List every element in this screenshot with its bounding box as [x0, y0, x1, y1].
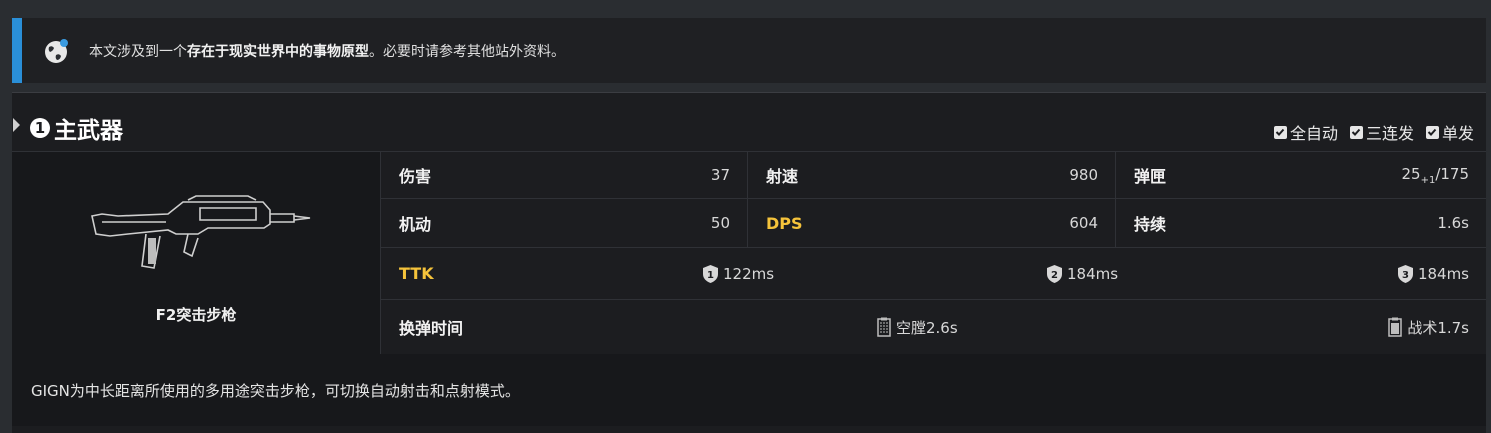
- reload-cell: 换弹时间 空膛2.6s 战术1.7s: [399, 317, 1469, 338]
- primary-weapon-panel: 1 主武器 全自动 三连发 单发 F2突击步枪 伤害 37 射速 980 弹匣 …: [12, 92, 1486, 433]
- armor-1-shield-icon: 1: [703, 264, 718, 283]
- notice-bold-text: 存在于现实世界中的事物原型: [187, 43, 369, 60]
- reload-empty: 空膛2.6s: [876, 317, 958, 338]
- svg-text:2: 2: [1051, 270, 1058, 281]
- ttk-armor-3: 3 184ms: [1397, 264, 1469, 284]
- ttk-armor-1: 1 122ms: [702, 264, 774, 284]
- fire-mode-burst[interactable]: 三连发: [1349, 120, 1414, 144]
- checkbox-checked-icon[interactable]: [1425, 125, 1439, 139]
- rifle-icon: [91, 195, 311, 269]
- stat-damage: 伤害 37: [381, 152, 748, 198]
- reload-tactical: 战术1.7s: [1387, 317, 1469, 338]
- fire-mode-auto[interactable]: 全自动: [1273, 120, 1338, 144]
- globe-icon: [42, 36, 72, 66]
- expand-arrow-icon[interactable]: [13, 118, 20, 132]
- stats-table: 伤害37 射速980 弹匣 25+1/175 机动50 DPS604 持: [381, 152, 1486, 354]
- stat-dps: DPS 604: [748, 199, 1116, 247]
- weapon-description: GIGN为中长距离所使用的多用途突击步枪，可切换自动射击和点射模式。: [12, 354, 1486, 426]
- stat-mobility: 机动 50: [381, 199, 748, 247]
- notice-text: 本文涉及到一个存在于现实世界中的事物原型。必要时请参考其他站外资料。: [89, 43, 565, 60]
- stats-row: 伤害 37 射速 980 弹匣 25+1/175: [381, 152, 1486, 199]
- fire-mode-single[interactable]: 单发: [1425, 120, 1474, 144]
- checkbox-checked-icon[interactable]: [1349, 125, 1363, 139]
- fire-modes: 全自动 三连发 单发: [1273, 120, 1474, 144]
- weapon-body: F2突击步枪 伤害 37 射速 980 弹匣 25+1/175 机动 50 DP…: [12, 151, 1486, 355]
- stat-magazine: 弹匣 25+1/175: [1134, 164, 1469, 187]
- number-one-badge: 1: [30, 118, 50, 138]
- svg-text:1: 1: [707, 270, 714, 281]
- empty-magazine-icon: [877, 317, 891, 337]
- checkbox-checked-icon[interactable]: [1273, 125, 1287, 139]
- armor-2-shield-icon: 2: [1047, 264, 1062, 283]
- svg-text:3: 3: [1402, 270, 1409, 281]
- stat-rate-of-fire: 射速 980: [748, 152, 1116, 198]
- weapon-card: F2突击步枪: [12, 152, 381, 354]
- ttk-row: TTK 1 122ms 2 184ms 3 184ms: [381, 248, 1486, 300]
- section-title-label: 主武器: [54, 118, 123, 144]
- reload-row: 换弹时间 空膛2.6s 战术1.7s: [381, 300, 1486, 354]
- armor-3-shield-icon: 3: [1397, 264, 1413, 283]
- primary-weapon-header[interactable]: 1 主武器 全自动 三连发 单发: [12, 93, 1486, 151]
- stat-duration: 持续 1.6s: [1134, 214, 1469, 234]
- section-title: 1 主武器: [30, 111, 123, 145]
- stats-row: 机动 50 DPS 604 持续 1.6s: [381, 199, 1486, 248]
- ttk-cell: TTK 1 122ms 2 184ms 3 184ms: [399, 264, 1469, 284]
- ttk-armor-2: 2 184ms: [1046, 264, 1118, 284]
- weapon-name: F2突击步枪: [155, 306, 237, 324]
- real-world-notice: 本文涉及到一个存在于现实世界中的事物原型。必要时请参考其他站外资料。: [12, 18, 1486, 83]
- tactical-magazine-icon: [1388, 317, 1403, 337]
